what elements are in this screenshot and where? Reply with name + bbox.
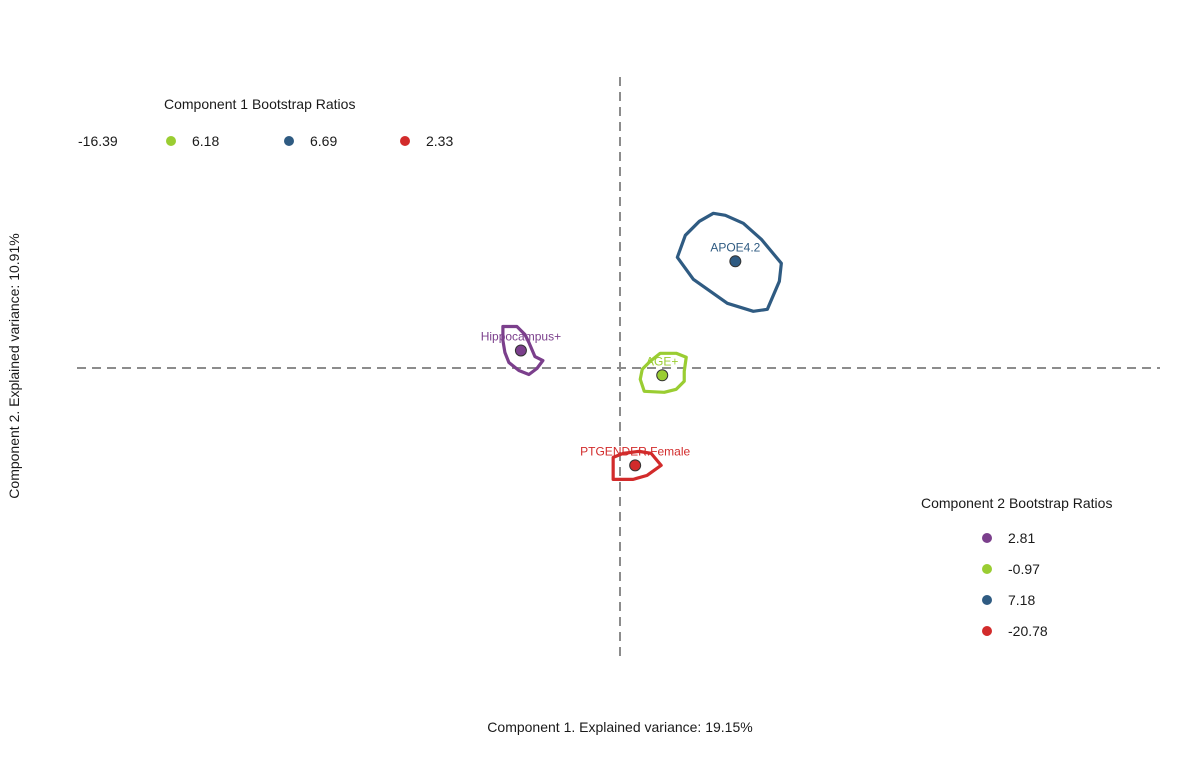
legend-component2-entry: -20.78: [982, 623, 1048, 639]
legend-component2-entry: -0.97: [982, 561, 1040, 577]
legend-component2-entry: 2.81: [982, 530, 1035, 546]
legend-swatch: [982, 564, 992, 574]
data-point: [729, 255, 742, 268]
legend-component1-value: 2.33: [426, 133, 454, 149]
legend-component2-value: -20.78: [1008, 623, 1048, 639]
legend-swatch: [982, 533, 992, 543]
legend-component1-value: 6.69: [310, 133, 338, 149]
point-label: PTGENDER.Female: [580, 444, 690, 458]
legend-component1-title: Component 1 Bootstrap Ratios: [164, 96, 356, 112]
scatter-plot: Hippocampus+ AGE+ APOE4.2 PTGENDER.Female: [77, 77, 1160, 660]
data-point: [514, 344, 527, 357]
legend-component2-title: Component 2 Bootstrap Ratios: [921, 495, 1113, 511]
data-point: [629, 459, 642, 472]
legend-component2-value: 2.81: [1008, 530, 1036, 546]
legend-component1-entry: 6.69: [284, 133, 337, 149]
legend-swatch: [982, 626, 992, 636]
legend-component1-entry: 2.33: [400, 133, 453, 149]
point-label: Hippocampus+: [481, 330, 561, 344]
point-label: AGE+: [646, 354, 678, 368]
legend-component1-entry: -16.39: [78, 133, 118, 149]
legend-component1-entry: 6.18: [166, 133, 219, 149]
legend-component1-value: -16.39: [78, 133, 118, 149]
x-axis-label: Component 1. Explained variance: 19.15%: [487, 719, 753, 735]
legend-swatch: [166, 136, 176, 146]
y-axis-label: Component 2. Explained variance: 10.91%: [6, 233, 22, 499]
point-label: APOE4.2: [710, 240, 760, 254]
legend-swatch: [982, 595, 992, 605]
legend-swatch: [400, 136, 410, 146]
legend-swatch: [284, 136, 294, 146]
legend-component2-value: 7.18: [1008, 592, 1036, 608]
confidence-hull: [675, 211, 783, 313]
legend-component2-entry: 7.18: [982, 592, 1035, 608]
data-point: [656, 369, 669, 382]
legend-component1-value: 6.18: [192, 133, 220, 149]
legend-component2-value: -0.97: [1008, 561, 1040, 577]
